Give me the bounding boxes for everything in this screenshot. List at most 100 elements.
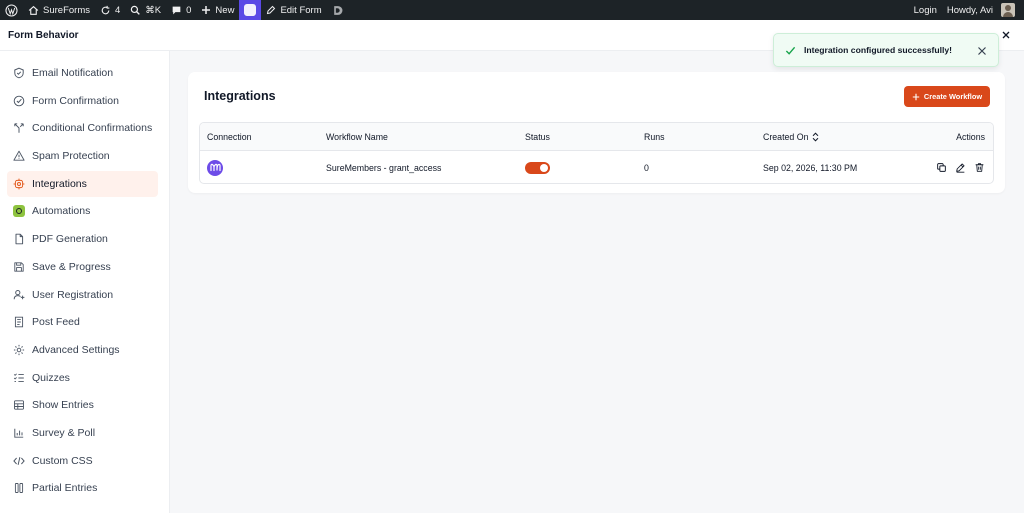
sidebar-item-quizzes[interactable]: Quizzes xyxy=(7,365,158,391)
sidebar-item-label: PDF Generation xyxy=(32,233,108,246)
wordpress-logo-icon[interactable] xyxy=(0,0,23,20)
status-toggle[interactable] xyxy=(525,161,550,174)
column-header-connection: Connection xyxy=(207,131,252,142)
file-icon xyxy=(12,233,25,246)
integrations-icon xyxy=(12,177,25,190)
edit-form-link[interactable]: Edit Form xyxy=(261,0,326,20)
updates-link[interactable]: 4 xyxy=(95,0,125,20)
create-workflow-label: Create Workflow xyxy=(923,92,983,101)
plus-icon xyxy=(912,93,920,100)
status-cell xyxy=(525,151,550,183)
column-header-workflow-name: Workflow Name xyxy=(326,131,388,142)
column-header-created-on[interactable]: Created On xyxy=(763,123,819,150)
list-check-icon xyxy=(12,371,25,384)
page-title: Form Behavior xyxy=(8,29,79,41)
admin-bar: SureForms 4 ⌘K 0 New Edit Form Login How… xyxy=(0,0,1024,20)
sidebar-item-label: Automations xyxy=(32,205,91,218)
suremembers-logo-icon xyxy=(207,159,223,176)
sidebar-item-show-entries[interactable]: Show Entries xyxy=(7,392,158,418)
search-shortcut-label: ⌘K xyxy=(145,4,162,16)
sidebar-item-label: Form Confirmation xyxy=(32,94,119,107)
split-icon xyxy=(12,122,25,135)
sidebar-item-label: Quizzes xyxy=(32,371,70,384)
sureforms-logo-icon xyxy=(244,4,257,16)
sidebar-item-advanced-settings[interactable]: Advanced Settings xyxy=(7,337,158,363)
home-icon xyxy=(28,5,39,15)
save-icon xyxy=(12,260,25,273)
avatar xyxy=(1001,3,1015,17)
table-header: Connection Workflow Name Status Runs Cre… xyxy=(200,123,993,151)
workflows-table: Connection Workflow Name Status Runs Cre… xyxy=(199,122,994,184)
section-title: Integrations xyxy=(204,89,276,103)
column-header-runs: Runs xyxy=(644,131,665,142)
sidebar-item-pdf-generation[interactable]: PDF Generation xyxy=(7,226,158,252)
sidebar-item-form-confirmation[interactable]: Form Confirmation xyxy=(7,88,158,114)
columns-icon xyxy=(12,482,25,495)
pencil-icon xyxy=(267,5,276,15)
gear-icon xyxy=(12,343,25,356)
sidebar-item-partial-entries[interactable]: Partial Entries xyxy=(7,475,158,501)
sidebar-item-label: Post Feed xyxy=(32,316,80,329)
sidebar-item-label: Spam Protection xyxy=(32,150,110,163)
plus-icon xyxy=(202,6,211,14)
site-name-link[interactable]: SureForms xyxy=(23,0,95,20)
close-icon[interactable] xyxy=(1000,29,1012,41)
user-plus-icon xyxy=(12,288,25,301)
column-header-status: Status xyxy=(525,131,550,142)
success-toast: Integration configured successfully! xyxy=(773,33,999,67)
updates-count: 4 xyxy=(114,4,121,16)
sidebar-item-survey-poll[interactable]: Survey & Poll xyxy=(7,420,158,446)
greeting: Howdy, Avi xyxy=(946,4,993,16)
sidebar-item-label: Advanced Settings xyxy=(32,343,120,356)
close-icon[interactable] xyxy=(977,46,987,56)
create-workflow-button[interactable]: Create Workflow xyxy=(904,86,990,107)
sidebar-item-integrations[interactable]: Integrations xyxy=(7,170,158,197)
refresh-icon xyxy=(101,5,110,14)
sidebar-item-label: Survey & Poll xyxy=(32,426,96,439)
connection-cell xyxy=(207,151,223,183)
check-icon xyxy=(785,45,796,56)
sidebar-item-label: Save & Progress xyxy=(32,260,111,273)
new-content-link[interactable]: New xyxy=(196,0,239,20)
sidebar-item-automations[interactable]: Automations xyxy=(7,198,158,224)
sidebar-item-email-notification[interactable]: Email Notification xyxy=(7,60,158,86)
sort-icon[interactable] xyxy=(812,132,819,142)
sidebar-item-label: Show Entries xyxy=(32,399,94,412)
workflow-name[interactable]: SureMembers - grant_access xyxy=(326,151,441,183)
account-menu[interactable]: Howdy, Avi xyxy=(942,0,1020,20)
copy-icon[interactable] xyxy=(936,162,947,173)
runs-value: 0 xyxy=(644,162,649,173)
builder-logo-icon xyxy=(333,5,343,15)
actions-cell xyxy=(936,151,985,183)
table-row: SureMembers - grant_access 0 Sep 02, 202… xyxy=(200,151,993,183)
login-label: Login xyxy=(913,4,937,16)
search-shortcut[interactable]: ⌘K xyxy=(125,0,166,20)
sidebar-item-spam-protection[interactable]: Spam Protection xyxy=(7,143,158,169)
column-header-actions: Actions xyxy=(956,131,985,142)
created-on-value: Sep 02, 2026, 11:30 PM xyxy=(763,162,858,173)
sidebar-item-label: Custom CSS xyxy=(32,454,93,467)
edit-form-label: Edit Form xyxy=(280,4,322,16)
comments-count: 0 xyxy=(186,4,192,16)
site-name: SureForms xyxy=(43,4,90,16)
table-icon xyxy=(12,399,25,412)
sidebar-item-label: User Registration xyxy=(32,288,114,301)
sidebar-item-conditional-confirmations[interactable]: Conditional Confirmations xyxy=(7,115,158,141)
comment-icon xyxy=(172,6,181,14)
sidebar-item-label: Integrations xyxy=(32,177,87,190)
sidebar-item-post-feed[interactable]: Post Feed xyxy=(7,309,158,335)
sureforms-menu[interactable] xyxy=(239,0,262,20)
trash-icon[interactable] xyxy=(974,162,985,173)
sidebar-item-user-registration[interactable]: User Registration xyxy=(7,282,158,308)
sidebar-item-label: Partial Entries xyxy=(32,482,98,495)
search-icon xyxy=(131,5,141,15)
comments-link[interactable]: 0 xyxy=(166,0,196,20)
edit-icon[interactable] xyxy=(955,162,966,173)
sidebar-item-save-progress[interactable]: Save & Progress xyxy=(7,254,158,280)
automations-icon xyxy=(12,205,25,218)
sidebar-item-custom-css[interactable]: Custom CSS xyxy=(7,448,158,474)
login-link[interactable]: Login xyxy=(909,0,942,20)
bar-chart-icon xyxy=(12,426,25,439)
shield-icon xyxy=(12,67,25,80)
builder-link[interactable] xyxy=(327,0,348,20)
